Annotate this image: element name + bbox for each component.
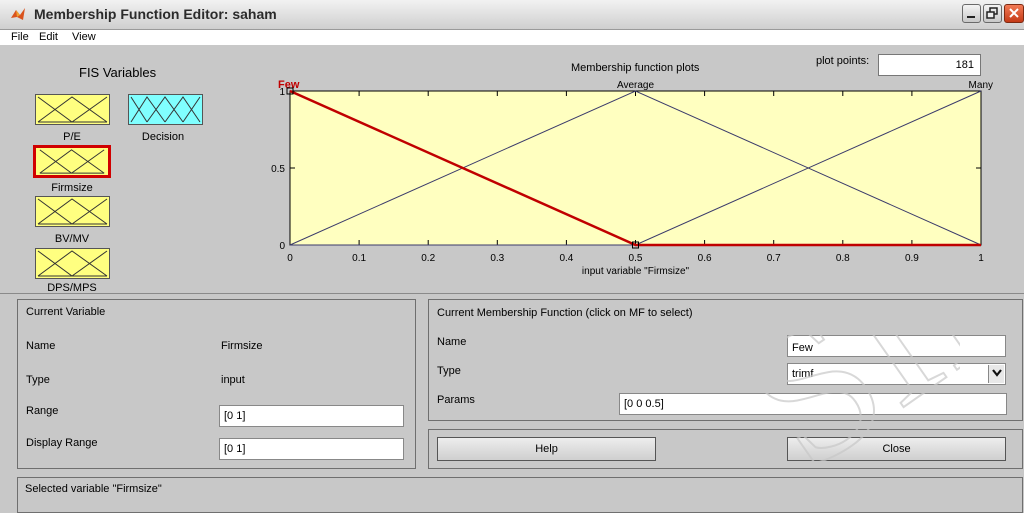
mf-shape-icon bbox=[37, 96, 108, 123]
mf-shape-icon bbox=[39, 149, 105, 174]
minimize-icon bbox=[967, 16, 975, 18]
mf-shape-icon bbox=[37, 198, 108, 225]
mf-label-many[interactable]: Many bbox=[969, 80, 993, 91]
display-range-input[interactable]: [0 1] bbox=[219, 438, 404, 460]
restore-icon bbox=[986, 7, 998, 19]
cv-range-label: Range bbox=[26, 405, 59, 417]
close-window-button[interactable] bbox=[1004, 4, 1024, 23]
range-input[interactable]: [0 1] bbox=[219, 405, 404, 427]
mf-params-label: Params bbox=[437, 394, 475, 406]
menu-view[interactable]: View bbox=[72, 31, 96, 43]
mf-shape-icon bbox=[130, 96, 201, 123]
title-bar: Membership Function Editor: saham bbox=[0, 0, 1024, 30]
minimize-button[interactable] bbox=[962, 4, 981, 23]
mf-label-few[interactable]: Few bbox=[278, 80, 300, 91]
x-tick-label: 0.3 bbox=[490, 253, 504, 264]
close-icon bbox=[1009, 8, 1019, 18]
fis-variables-title: FIS Variables bbox=[79, 65, 157, 80]
matlab-icon bbox=[11, 8, 25, 20]
cv-type-label: Type bbox=[26, 374, 50, 386]
divider bbox=[0, 293, 1024, 294]
y-tick-label: 0.5 bbox=[271, 164, 285, 175]
x-axis-label: input variable "Firmsize" bbox=[582, 266, 690, 277]
mf-shape-icon bbox=[37, 250, 108, 277]
x-tick-label: 0.6 bbox=[698, 253, 712, 264]
cv-type-value: input bbox=[221, 374, 245, 386]
plot-points-label: plot points: bbox=[816, 55, 870, 67]
mf-name-label: Name bbox=[437, 336, 467, 348]
plot-points-input[interactable]: 181 bbox=[878, 54, 981, 76]
maximize-button[interactable] bbox=[983, 4, 1002, 23]
current-variable-title: Current Variable bbox=[26, 306, 106, 318]
x-tick-label: 0.5 bbox=[629, 253, 643, 264]
watermark: SID bbox=[704, 300, 960, 512]
fis-var-pe-label: P/E bbox=[63, 131, 81, 143]
plot-area[interactable] bbox=[289, 90, 982, 246]
fis-var-firmsize[interactable] bbox=[33, 145, 111, 178]
x-tick-label: 0.8 bbox=[836, 253, 850, 264]
fis-var-pe[interactable] bbox=[35, 94, 110, 125]
status-text: Selected variable "Firmsize" bbox=[25, 483, 162, 495]
cv-name-value: Firmsize bbox=[221, 340, 263, 352]
x-tick-label: 0.9 bbox=[905, 253, 919, 264]
cv-display-range-label: Display Range bbox=[26, 437, 98, 449]
x-tick-label: 1 bbox=[978, 253, 984, 264]
fis-var-decision-label: Decision bbox=[141, 131, 185, 143]
fis-var-decision[interactable] bbox=[128, 94, 203, 125]
x-tick-label: 0.2 bbox=[421, 253, 435, 264]
mf-label-average[interactable]: Average bbox=[617, 80, 655, 91]
x-tick-label: 0.7 bbox=[767, 253, 781, 264]
menu-edit[interactable]: Edit bbox=[39, 31, 58, 43]
window-title: Membership Function Editor: saham bbox=[34, 6, 277, 22]
menu-file[interactable]: File bbox=[11, 31, 29, 43]
fis-var-firmsize-label: Firmsize bbox=[51, 182, 93, 194]
fis-var-bvmv-label: BV/MV bbox=[54, 233, 90, 245]
x-tick-label: 0.4 bbox=[559, 253, 573, 264]
fis-var-bvmv[interactable] bbox=[35, 196, 110, 227]
mf-type-label: Type bbox=[437, 365, 461, 377]
y-tick-label: 0 bbox=[279, 241, 285, 252]
membership-function-plot[interactable]: 0 0.1 0.2 0.3 0.4 0.5 0.6 0.7 0.8 0.9 100.51input … bbox=[270, 80, 1000, 285]
x-tick-label: 0 bbox=[287, 253, 293, 264]
chevron-down-icon[interactable] bbox=[988, 365, 1004, 383]
cv-name-label: Name bbox=[26, 340, 56, 352]
plot-title: Membership function plots bbox=[571, 62, 700, 74]
menu-bar: File Edit View bbox=[0, 30, 1024, 44]
watermark-text: SID bbox=[705, 300, 960, 511]
fis-var-dpsmps[interactable] bbox=[35, 248, 110, 279]
x-tick-label: 0.1 bbox=[352, 253, 366, 264]
